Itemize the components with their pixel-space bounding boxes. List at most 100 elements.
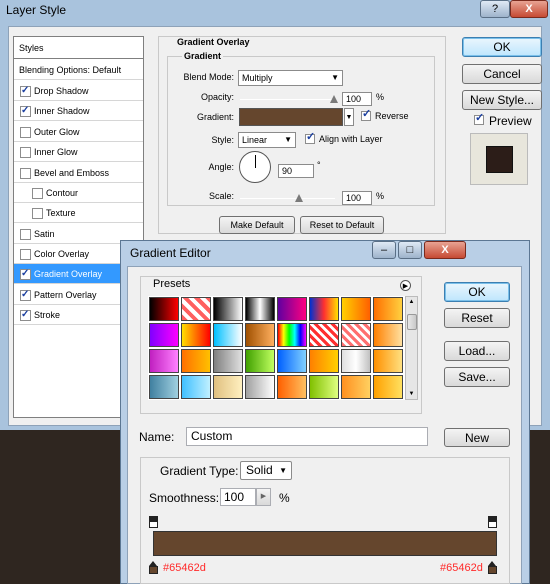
style-dropdown[interactable]: Linear ▼ (238, 132, 296, 148)
scale-slider-track[interactable] (240, 198, 335, 199)
angle-field[interactable]: 90 (278, 164, 314, 178)
reverse-checkbox[interactable] (361, 107, 371, 121)
stroke-checkbox[interactable] (20, 305, 31, 325)
preset-swatch[interactable] (341, 375, 371, 399)
contour-checkbox[interactable] (32, 188, 43, 199)
preset-swatch[interactable] (213, 349, 243, 373)
help-button[interactable]: ? (480, 0, 510, 18)
opacity-slider-thumb[interactable] (330, 95, 338, 103)
gradient-picker-arrow[interactable]: ▼ (344, 108, 354, 126)
style-item-inner-shadow[interactable]: Inner Shadow (14, 101, 143, 121)
preset-swatch[interactable] (373, 323, 403, 347)
preset-swatch[interactable] (245, 323, 275, 347)
preview-checkbox[interactable] (474, 111, 484, 125)
opacity-slider-track[interactable] (240, 99, 335, 100)
texture-checkbox[interactable] (32, 208, 43, 219)
preset-swatch[interactable] (181, 323, 211, 347)
preset-swatch[interactable] (341, 349, 371, 373)
close-button[interactable]: X (510, 0, 548, 18)
name-field[interactable]: Custom (186, 427, 428, 446)
satin-checkbox[interactable] (20, 229, 31, 240)
scroll-down-icon[interactable]: ▼ (406, 389, 417, 399)
preset-swatch[interactable] (245, 375, 275, 399)
inner-glow-checkbox[interactable] (20, 147, 31, 158)
opacity-stop-right[interactable] (488, 516, 497, 528)
angle-dial[interactable] (239, 151, 271, 183)
preset-swatch[interactable] (181, 297, 211, 321)
bevel-emboss-checkbox[interactable] (20, 168, 31, 179)
preset-swatch[interactable] (341, 297, 371, 321)
load-button[interactable]: Load... (444, 341, 510, 361)
align-with-layer-checkbox[interactable] (305, 130, 315, 144)
preset-swatch[interactable] (277, 323, 307, 347)
preset-swatch[interactable] (309, 349, 339, 373)
presets-scrollbar[interactable]: ▲ ▼ (405, 296, 418, 400)
smoothness-arrow-icon[interactable]: ▶ (256, 488, 271, 506)
preset-swatch[interactable] (309, 323, 339, 347)
preset-swatch[interactable] (373, 349, 403, 373)
preset-swatch[interactable] (149, 323, 179, 347)
style-item-texture[interactable]: Texture (14, 203, 143, 223)
cancel-button[interactable]: Cancel (462, 64, 542, 84)
style-item-drop-shadow[interactable]: Drop Shadow (14, 81, 143, 101)
gradient-label: Gradient: (196, 112, 234, 122)
preset-swatch[interactable] (181, 349, 211, 373)
opacity-field[interactable]: 100 (342, 92, 372, 106)
opacity-stop-left[interactable] (149, 516, 158, 528)
preset-swatch[interactable] (277, 375, 307, 399)
preset-swatch[interactable] (181, 375, 211, 399)
save-button[interactable]: Save... (444, 367, 510, 387)
preset-swatch[interactable] (213, 323, 243, 347)
preset-swatch[interactable] (213, 375, 243, 399)
style-item-bevel-emboss[interactable]: Bevel and Emboss (14, 163, 143, 183)
preset-swatch[interactable] (245, 349, 275, 373)
blending-options-item[interactable]: Blending Options: Default (14, 60, 143, 80)
close-icon[interactable]: X (424, 241, 466, 259)
reset-to-default-button[interactable]: Reset to Default (300, 216, 384, 234)
smoothness-field[interactable]: 100 (220, 488, 256, 506)
preset-swatch[interactable] (341, 323, 371, 347)
gradient-bar[interactable] (153, 531, 497, 556)
chevron-down-icon: ▼ (284, 135, 292, 144)
inner-shadow-checkbox[interactable] (20, 101, 31, 121)
pattern-overlay-checkbox[interactable] (20, 285, 31, 305)
new-style-button[interactable]: New Style... (462, 90, 542, 110)
gradient-type-dropdown[interactable]: Solid ▼ (240, 461, 292, 480)
preset-swatch[interactable] (309, 297, 339, 321)
outer-glow-checkbox[interactable] (20, 127, 31, 138)
preset-swatch[interactable] (309, 375, 339, 399)
preset-swatch[interactable] (213, 297, 243, 321)
color-overlay-checkbox[interactable] (20, 249, 31, 260)
preset-swatch[interactable] (245, 297, 275, 321)
blend-mode-dropdown[interactable]: Multiply ▼ (238, 70, 343, 86)
gradient-overlay-checkbox[interactable] (20, 264, 31, 284)
editor-reset-button[interactable]: Reset (444, 308, 510, 328)
style-item-inner-glow[interactable]: Inner Glow (14, 142, 143, 162)
minimize-icon[interactable]: – (372, 241, 396, 259)
style-item-outer-glow[interactable]: Outer Glow (14, 122, 143, 142)
preset-swatch[interactable] (373, 297, 403, 321)
preset-swatch[interactable] (277, 297, 307, 321)
scroll-up-icon[interactable]: ▲ (406, 297, 417, 307)
angle-dial-needle (255, 155, 256, 168)
preset-swatch[interactable] (149, 375, 179, 399)
color-stop-left[interactable] (149, 561, 158, 575)
preset-swatch[interactable] (277, 349, 307, 373)
drop-shadow-checkbox[interactable] (20, 81, 31, 101)
scale-field[interactable]: 100 (342, 191, 372, 205)
color-stop-right[interactable] (488, 561, 497, 575)
maximize-icon[interactable]: □ (398, 241, 422, 259)
gradient-swatch[interactable] (239, 108, 343, 126)
presets-menu-icon[interactable]: ▶ (400, 280, 411, 291)
scale-slider-thumb[interactable] (295, 194, 303, 202)
editor-ok-button[interactable]: OK (444, 282, 510, 302)
presets-scroll-thumb[interactable] (407, 314, 417, 330)
style-item-contour[interactable]: Contour (14, 183, 143, 203)
ok-button[interactable]: OK (462, 37, 542, 57)
preset-swatch[interactable] (149, 297, 179, 321)
styles-header[interactable]: Styles (14, 37, 143, 59)
preset-swatch[interactable] (373, 375, 403, 399)
preset-swatch[interactable] (149, 349, 179, 373)
make-default-button[interactable]: Make Default (219, 216, 295, 234)
new-button[interactable]: New (444, 428, 510, 447)
